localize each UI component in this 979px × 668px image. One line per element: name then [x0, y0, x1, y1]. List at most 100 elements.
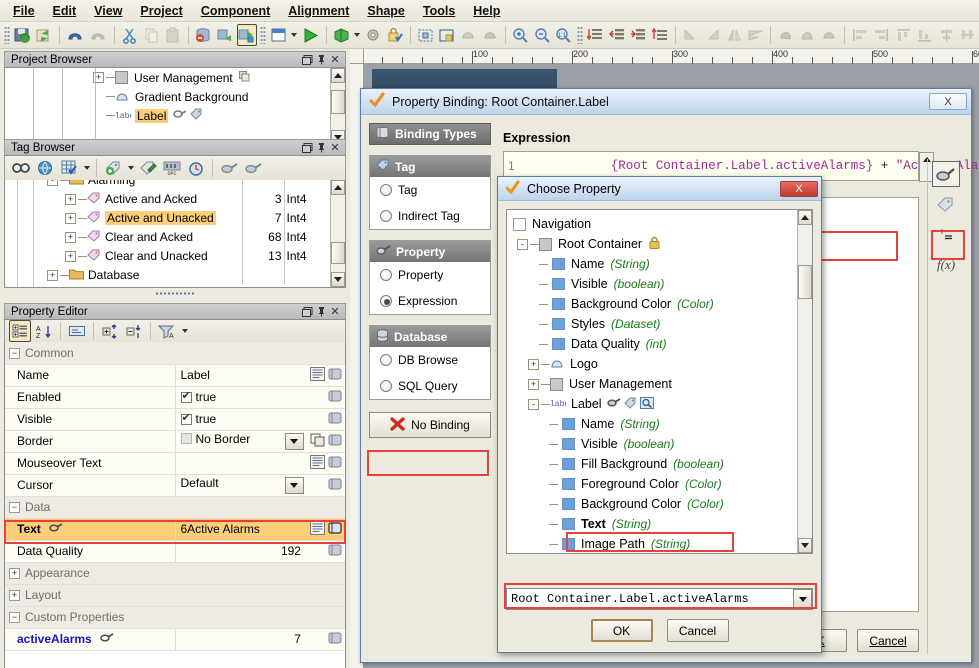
binding-icon[interactable] [328, 458, 343, 472]
expander-icon[interactable]: + [65, 251, 76, 262]
description-icon[interactable] [66, 320, 88, 342]
radio-button[interactable] [380, 210, 392, 222]
project-tree-row-gradient-background[interactable]: Gradient Background [5, 87, 329, 106]
radio-button[interactable] [380, 354, 392, 366]
tag-provider-icon[interactable] [34, 157, 56, 179]
tree-row-rc-visible[interactable]: Visible (boolean) [511, 274, 796, 294]
property-row-activealarms[interactable]: activeAlarms 7 [5, 628, 345, 650]
rotate-right-icon[interactable] [703, 24, 723, 46]
copy-icon[interactable] [142, 24, 162, 46]
project-browser-pin-icon[interactable] [314, 53, 328, 67]
tree-row-user-management[interactable]: + User Management [511, 374, 796, 394]
expand-all-icon[interactable] [99, 320, 121, 342]
expander-icon[interactable]: + [65, 232, 76, 243]
sort-alpha-icon[interactable]: AZ [33, 320, 55, 342]
menu-project[interactable]: Project [131, 2, 191, 20]
zoom-out-icon[interactable] [532, 24, 552, 46]
tag-browser-float-icon[interactable] [300, 141, 314, 155]
tag-table-dropdown-icon[interactable] [81, 157, 92, 179]
tree-row-lbl-text[interactable]: Text (String) [511, 514, 796, 534]
zoom-reset-icon[interactable]: 1:1 [554, 24, 574, 46]
shape-xor-icon[interactable] [820, 24, 840, 46]
expand-editor-icon[interactable] [310, 370, 325, 384]
expander-icon[interactable]: + [65, 194, 76, 205]
property-row-text[interactable]: Text 6Active Alarms [5, 518, 345, 540]
align-bottom-icon[interactable] [915, 24, 935, 46]
select-all-icon[interactable] [415, 24, 435, 46]
project-browser-float-icon[interactable] [300, 53, 314, 67]
choose-property-tree[interactable]: Navigation - Root Container Name (String… [506, 209, 813, 554]
align-left-icon[interactable] [850, 24, 870, 46]
tree-row-rc-data-quality[interactable]: Data Quality (int) [511, 334, 796, 354]
binding-icon[interactable] [328, 392, 343, 406]
binding-icon[interactable] [328, 480, 343, 494]
binding-icon[interactable] [328, 414, 343, 428]
tree-row-rc-background-color[interactable]: Background Color (Color) [511, 294, 796, 314]
tag-search-icon[interactable] [10, 157, 32, 179]
delete-db-icon[interactable] [194, 24, 214, 46]
binding-option-expression[interactable]: Expression [370, 288, 490, 314]
property-value[interactable]: 6Active Alarms [175, 518, 305, 540]
toolbar-grip-2[interactable] [260, 26, 266, 44]
menu-tools[interactable]: Tools [414, 2, 464, 20]
project-browser-tree[interactable]: + User Management Gradient Backgroun [4, 68, 346, 146]
template-dropdown-icon[interactable] [353, 24, 363, 46]
tree-row-label[interactable]: - label Label [511, 394, 796, 414]
radio-button[interactable] [380, 269, 392, 281]
binding-option-sql-query[interactable]: SQL Query [370, 373, 490, 399]
select-region-icon[interactable] [437, 24, 457, 46]
checkbox[interactable] [181, 392, 192, 403]
shape-combine-icon[interactable] [776, 24, 796, 46]
collapse-all-icon[interactable] [123, 320, 145, 342]
property-value[interactable] [175, 452, 305, 474]
collapse-icon[interactable]: − [9, 502, 20, 513]
redo-icon[interactable] [88, 24, 109, 46]
move-to-front-icon[interactable] [586, 24, 606, 46]
scroll-up-arrow[interactable] [331, 180, 345, 195]
property-group-common[interactable]: −Common [5, 342, 345, 364]
run-icon[interactable] [300, 24, 321, 46]
refresh-save-icon[interactable] [35, 24, 55, 46]
add-tag-icon[interactable] [102, 157, 124, 179]
rotate-left-icon[interactable] [681, 24, 701, 46]
property-editor-pin-icon[interactable] [314, 305, 328, 319]
tag-browser-pin-icon[interactable] [314, 141, 328, 155]
choose-property-cancel-button[interactable]: Cancel [667, 619, 729, 642]
tree-row-rc-styles[interactable]: Styles (Dataset) [511, 314, 796, 334]
expander-icon[interactable]: + [528, 379, 539, 390]
new-window-icon[interactable] [269, 24, 289, 46]
new-window-dropdown-icon[interactable] [289, 24, 299, 46]
tag-row-active-and-acked[interactable]: + Active and Acked 3 Int4 [5, 189, 329, 208]
tree-row-lbl-foreground-color[interactable]: Foreground Color (Color) [511, 474, 796, 494]
insert-tag-icon[interactable] [932, 191, 960, 217]
property-row-border[interactable]: Border No Border [5, 430, 345, 452]
expander-icon[interactable]: + [528, 359, 539, 370]
choose-property-ok-button[interactable]: OK [591, 619, 653, 642]
flip-vertical-icon[interactable] [746, 24, 766, 46]
tag-browser-close-icon[interactable]: ✕ [328, 141, 342, 155]
tag-binding-icon-1[interactable] [218, 157, 240, 179]
zoom-in-icon[interactable] [511, 24, 531, 46]
tree-row-navigation[interactable]: Navigation [511, 214, 796, 234]
scroll-thumb[interactable] [331, 242, 345, 264]
tag-browser-scrollbar[interactable] [330, 180, 345, 287]
tag-browser-splitter[interactable] [4, 289, 346, 297]
tag-row-clear-and-acked[interactable]: + Clear and Acked 68 Int4 [5, 227, 329, 246]
move-backward-icon[interactable] [607, 24, 627, 46]
expander-icon[interactable]: - [47, 180, 58, 186]
tag-row-clear-and-unacked[interactable]: + Clear and Unacked 13 Int4 [5, 246, 329, 265]
tag-browser-tree[interactable]: - Alarming [4, 180, 346, 288]
insert-property-icon[interactable] [932, 161, 960, 187]
save-icon[interactable] [13, 24, 33, 46]
close-icon[interactable]: X [929, 93, 967, 110]
property-editor-float-icon[interactable] [300, 305, 314, 319]
property-group-appearance[interactable]: +Appearance [5, 562, 345, 584]
choose-property-scrollbar[interactable] [797, 210, 812, 553]
menu-shape[interactable]: Shape [358, 2, 414, 20]
scroll-thumb[interactable] [798, 265, 812, 299]
border-editor-icon[interactable] [310, 436, 325, 450]
scroll-up-arrow[interactable] [798, 210, 812, 225]
align-right-icon[interactable] [872, 24, 892, 46]
tree-row-lbl-image-path[interactable]: Image Path (String) [511, 534, 796, 553]
expander-icon[interactable]: + [65, 213, 76, 224]
